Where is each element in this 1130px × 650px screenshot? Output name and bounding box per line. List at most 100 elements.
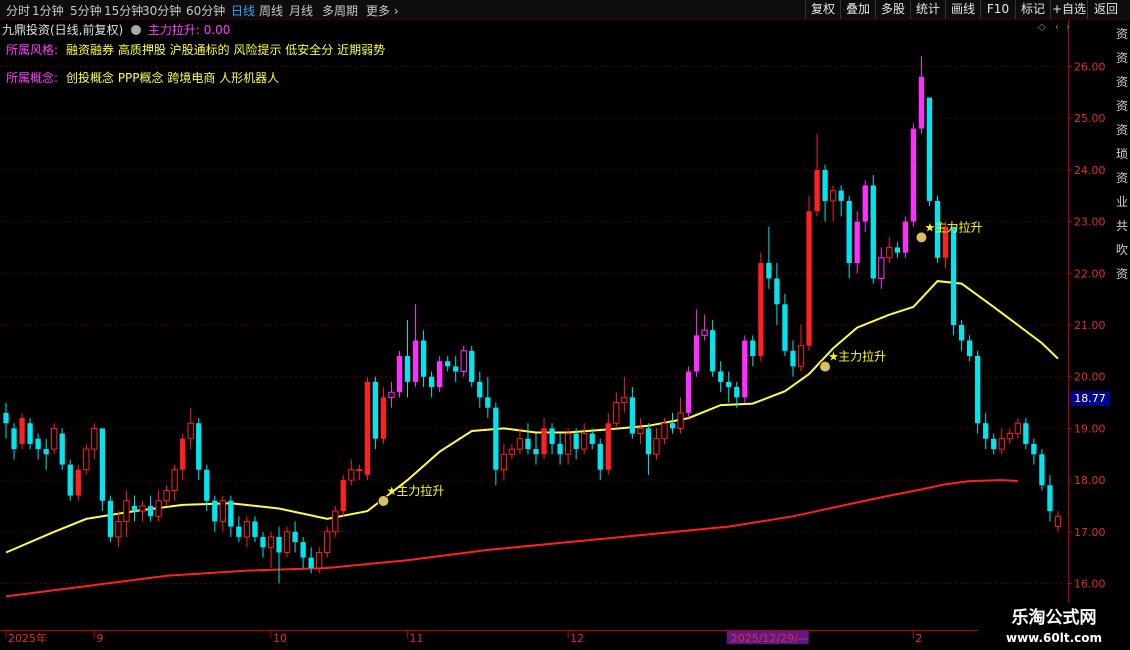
chart-corner-controls: ◇ ‹ › xyxy=(1038,22,1070,33)
candle xyxy=(388,381,395,408)
candle xyxy=(380,387,387,444)
candle-body xyxy=(460,350,467,373)
draw-line-button[interactable]: 画线 xyxy=(945,0,980,19)
candle xyxy=(155,490,162,522)
period-tab-5min[interactable]: 5分钟 xyxy=(70,2,102,19)
candle xyxy=(669,412,676,434)
candle xyxy=(726,371,732,403)
candle xyxy=(236,516,242,543)
candle xyxy=(460,345,467,377)
candle-body xyxy=(998,438,1005,450)
candle-body xyxy=(180,438,186,470)
candle xyxy=(83,443,90,475)
candle xyxy=(902,216,909,258)
candle xyxy=(926,97,933,207)
diamond-icon[interactable]: ◇ xyxy=(1038,22,1046,33)
candle xyxy=(710,319,716,377)
signal-marker: ★ 主力拉升 xyxy=(819,349,886,373)
overlay-button[interactable]: 叠加 xyxy=(840,0,875,19)
candle-body xyxy=(388,391,395,398)
f10-button[interactable]: F10 xyxy=(980,0,1015,19)
candle-body xyxy=(629,397,636,434)
signal-label: 主力拉升 xyxy=(838,349,886,364)
watermark-url: www.60lt.com xyxy=(1005,631,1103,645)
candle xyxy=(966,335,973,362)
candle-body xyxy=(412,340,419,382)
candle-body xyxy=(324,531,331,553)
candle xyxy=(396,350,403,398)
candle-body xyxy=(677,412,684,429)
restore-rights-button[interactable]: 复权 xyxy=(805,0,840,19)
candle-body xyxy=(453,366,459,372)
candle xyxy=(998,428,1005,455)
candle xyxy=(420,330,427,388)
x-tick-label: 2025年 xyxy=(8,631,47,645)
candle-body xyxy=(846,200,852,263)
candle xyxy=(1023,418,1029,450)
candle-body xyxy=(637,427,644,435)
candle xyxy=(886,237,893,263)
candle-body xyxy=(975,356,981,424)
period-tab-30min[interactable]: 30分钟 xyxy=(142,2,181,19)
candle xyxy=(822,164,828,222)
candle-body xyxy=(396,356,403,393)
period-tab-daily[interactable]: 日线 xyxy=(231,2,255,19)
candle-body xyxy=(958,325,965,341)
candle xyxy=(453,356,459,382)
x-tick-label: 10 xyxy=(273,632,287,645)
candle-body xyxy=(75,469,81,496)
candle xyxy=(115,511,122,548)
chevron-left-icon[interactable]: ‹ xyxy=(1055,22,1059,33)
period-tab-15min[interactable]: 15分钟 xyxy=(104,2,143,19)
candle-body xyxy=(500,453,508,471)
candle-body xyxy=(645,428,652,455)
back-button[interactable]: 返回 xyxy=(1087,0,1124,19)
candle-body xyxy=(564,433,572,455)
indicator-readout: 主力拉升: 0.00 xyxy=(147,23,231,37)
settings-circle-icon[interactable] xyxy=(131,25,142,35)
period-tab-weekly[interactable]: 周线 xyxy=(259,2,283,19)
candle xyxy=(870,175,876,284)
candle-body xyxy=(204,469,210,501)
more-menu[interactable]: 更多 › xyxy=(366,2,399,19)
candle-body xyxy=(59,433,65,465)
candle-body xyxy=(372,381,379,439)
add-watchlist-button[interactable]: +自选 xyxy=(1050,0,1087,19)
candle xyxy=(260,531,266,558)
candle-body xyxy=(276,536,282,553)
candle-body xyxy=(219,500,226,522)
period-tab-fenshi[interactable]: 分时 xyxy=(6,2,30,19)
candle-body xyxy=(267,536,275,548)
candle-body xyxy=(171,469,178,491)
candle-body xyxy=(581,433,588,450)
candle xyxy=(243,516,251,548)
x-axis-ticks: 2025年 9 10 11 12 2025/12/29/— 2 xyxy=(5,630,922,645)
mark-button[interactable]: 标记 xyxy=(1015,0,1050,19)
period-tab-monthly[interactable]: 月线 xyxy=(289,2,313,19)
candle-body xyxy=(734,387,740,398)
candle-body xyxy=(894,247,901,253)
candle-body xyxy=(886,246,893,259)
candle-body xyxy=(1014,422,1021,435)
candle xyxy=(774,262,780,325)
candle-body xyxy=(3,412,9,424)
candle xyxy=(67,459,73,501)
period-tab-1min[interactable]: 1分钟 xyxy=(32,2,64,19)
candle-body xyxy=(854,221,860,263)
candle xyxy=(581,423,588,455)
y-tick-label: 21.00 xyxy=(1074,319,1106,332)
candle-body xyxy=(742,340,748,398)
candle xyxy=(292,521,298,553)
multi-stock-button[interactable]: 多股 xyxy=(875,0,910,19)
period-tab-60min[interactable]: 60分钟 xyxy=(186,2,225,19)
current-price-tag: 18.77 xyxy=(1070,391,1110,406)
statistics-button[interactable]: 统计 xyxy=(910,0,945,19)
candle-body xyxy=(726,381,732,388)
period-tab-multi[interactable]: 多周期 xyxy=(322,2,358,19)
candle-body xyxy=(782,304,788,351)
candle-body xyxy=(19,418,25,444)
x-tick-label: 9 xyxy=(96,632,103,645)
chevron-right-icon: › xyxy=(390,4,399,18)
signal-marker: ★ 主力拉升 xyxy=(377,483,444,508)
chevron-right-icon[interactable]: › xyxy=(1066,22,1070,33)
